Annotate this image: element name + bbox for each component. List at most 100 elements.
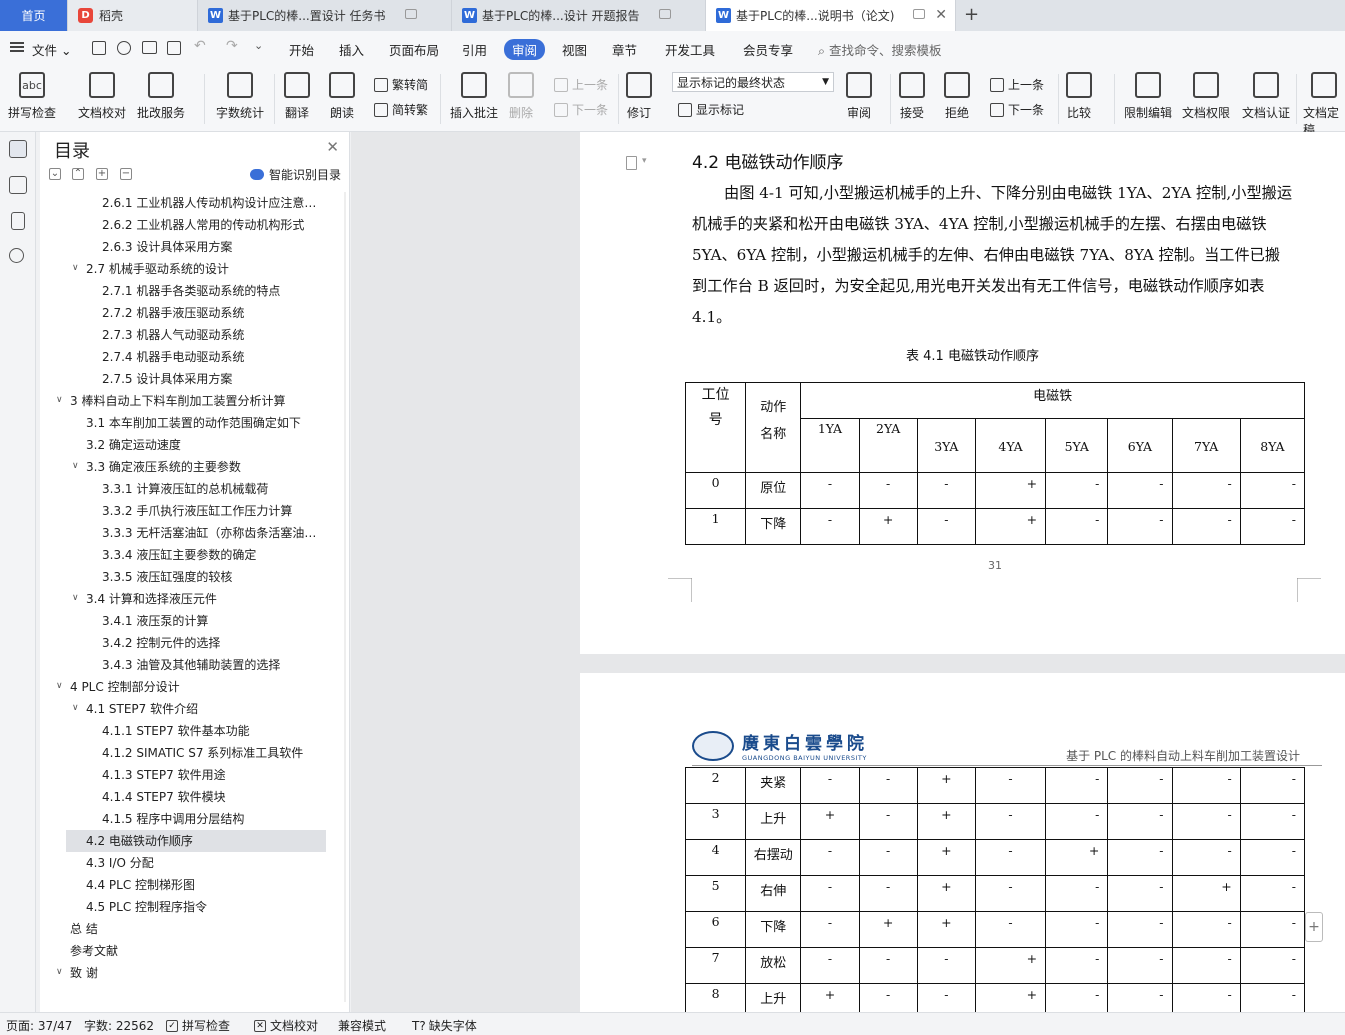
batch-service-button[interactable]: 批改服务 bbox=[137, 72, 185, 121]
toc-item[interactable]: 2.7 机械手驱动系统的设计 bbox=[86, 258, 320, 280]
delete-comment-button[interactable]: 删除 bbox=[508, 72, 534, 121]
accept-button[interactable]: 接受 bbox=[899, 72, 925, 121]
markup-state-select[interactable]: 显示标记的最终状态 ▼ bbox=[672, 72, 834, 92]
toc-item[interactable]: 2.7.4 机器手电动驱动系统 bbox=[102, 346, 320, 368]
toc-item[interactable]: 4.1 STEP7 软件介绍 bbox=[86, 698, 320, 720]
close-icon[interactable]: ✕ bbox=[326, 138, 339, 156]
toc-item[interactable]: 3.1 本车削加工装置的动作范围确定如下 bbox=[86, 412, 320, 434]
doc-proof-button[interactable]: 文档校对 bbox=[78, 72, 126, 121]
read-aloud-button[interactable]: 朗读 bbox=[329, 72, 355, 121]
next-comment-button[interactable]: 下一条 bbox=[554, 101, 608, 118]
toc-item[interactable]: 2.7.5 设计具体采用方案 bbox=[102, 368, 320, 390]
add-icon[interactable]: + bbox=[1305, 912, 1323, 942]
menu-start[interactable]: 开始 bbox=[289, 40, 314, 59]
chevron-down-icon[interactable]: ∨ bbox=[72, 461, 79, 471]
toc-item[interactable]: 3.3.2 手爪执行液压缸工作压力计算 bbox=[102, 500, 320, 522]
toc-panel-icon[interactable] bbox=[9, 140, 27, 158]
chevron-down-icon[interactable]: ∨ bbox=[72, 263, 79, 273]
dropdown-arrow-icon[interactable]: ▾ bbox=[642, 156, 647, 166]
toc-item[interactable]: 2.7.2 机器手液压驱动系统 bbox=[102, 302, 320, 324]
toc-item[interactable]: 4.5 PLC 控制程序指令 bbox=[86, 896, 320, 918]
toc-item[interactable]: 2.6.2 工业机器人常用的传动机构形式 bbox=[102, 214, 320, 236]
to-traditional-button[interactable]: 繁转简 bbox=[374, 76, 428, 93]
toc-item[interactable]: 4.1.2 SIMATIC S7 系列标准工具软件 bbox=[102, 742, 320, 764]
toc-item[interactable]: 4.1.5 程序中调用分层结构 bbox=[102, 808, 320, 830]
bookmark-icon[interactable] bbox=[11, 212, 25, 230]
print-icon[interactable] bbox=[142, 41, 157, 54]
menu-review[interactable]: 审阅 bbox=[504, 39, 546, 60]
toc-item[interactable]: 2.6.3 设计具体采用方案 bbox=[102, 236, 320, 258]
new-tab-icon[interactable]: + bbox=[964, 4, 979, 25]
insert-comment-button[interactable]: 插入批注 bbox=[450, 72, 498, 121]
menu-references[interactable]: 引用 bbox=[462, 40, 487, 59]
reject-button[interactable]: 拒绝 bbox=[944, 72, 970, 121]
chevron-down-icon[interactable]: ∨ bbox=[56, 681, 63, 691]
to-simplified-button[interactable]: 简转繁 bbox=[374, 101, 428, 118]
hamburger-icon[interactable] bbox=[10, 42, 24, 52]
prev-change-button[interactable]: 上一条 bbox=[990, 76, 1044, 93]
doc-final-button[interactable]: 文档定稿 bbox=[1303, 72, 1345, 138]
pin-icon[interactable] bbox=[913, 9, 925, 19]
translate-button[interactable]: 翻译 bbox=[284, 72, 310, 121]
tab-doc-thesis[interactable]: W 基于PLC的棒...说明书（论文) ✕ bbox=[706, 0, 956, 31]
tab-doc-proposal[interactable]: W 基于PLC的棒...设计 开题报告 bbox=[452, 0, 706, 31]
menu-insert[interactable]: 插入 bbox=[339, 40, 364, 59]
toc-item[interactable]: 3.4 计算和选择液压元件 bbox=[86, 588, 320, 610]
toc-item[interactable]: 3.3.4 液压缸主要参数的确定 bbox=[102, 544, 320, 566]
word-count-indicator[interactable]: 字数: 22562 bbox=[84, 1017, 154, 1034]
restrict-edit-button[interactable]: 限制编辑 bbox=[1124, 72, 1172, 121]
menu-developer[interactable]: 开发工具 bbox=[665, 40, 715, 59]
toc-item[interactable]: 总 结 bbox=[70, 918, 320, 940]
toc-item[interactable]: 2.7.1 机器手各类驱动系统的特点 bbox=[102, 280, 320, 302]
undo-icon[interactable]: ↶ bbox=[194, 38, 206, 54]
nav-panel-icon[interactable] bbox=[9, 176, 27, 194]
toc-item[interactable]: 2.6.1 工业机器人传动机构设计应注意事项 bbox=[102, 192, 320, 214]
expand-all-icon[interactable]: ⌃ bbox=[72, 168, 84, 180]
toc-item[interactable]: 4.1.1 STEP7 软件基本功能 bbox=[102, 720, 320, 742]
pin-icon[interactable] bbox=[405, 9, 417, 19]
toc-item[interactable]: 4.1.3 STEP7 软件用途 bbox=[102, 764, 320, 786]
collapse-all-icon[interactable]: ⌄ bbox=[49, 168, 61, 180]
track-changes-button[interactable]: 修订 bbox=[626, 72, 652, 121]
compat-mode-status[interactable]: 兼容模式 bbox=[338, 1017, 386, 1034]
save-icon[interactable] bbox=[92, 41, 106, 55]
add-heading-icon[interactable]: + bbox=[96, 168, 108, 180]
tab-doc-task[interactable]: W 基于PLC的棒...置设计 任务书 bbox=[198, 0, 452, 31]
command-search[interactable]: ⌕ 查找命令、搜索模板 bbox=[818, 40, 942, 59]
tab-home[interactable]: 首页 bbox=[0, 0, 68, 31]
tab-docer[interactable]: D 稻壳 bbox=[68, 0, 198, 31]
review-pane-button[interactable]: 审阅 bbox=[846, 72, 872, 121]
next-change-button[interactable]: 下一条 bbox=[990, 101, 1044, 118]
toc-item[interactable]: 4.2 电磁铁动作顺序 bbox=[66, 830, 326, 852]
doc-cert-button[interactable]: 文档认证 bbox=[1242, 72, 1290, 121]
remove-heading-icon[interactable]: − bbox=[120, 168, 132, 180]
menu-member[interactable]: 会员专享 bbox=[743, 40, 793, 59]
chevron-down-icon[interactable]: ∨ bbox=[72, 593, 79, 603]
show-markup-button[interactable]: 显示标记 bbox=[678, 101, 744, 118]
close-tab-icon[interactable]: ✕ bbox=[935, 7, 947, 23]
spellcheck-status[interactable]: ✓ 拼写检查 bbox=[166, 1017, 230, 1034]
toc-item[interactable]: 3.2 确定运动速度 bbox=[86, 434, 320, 456]
missing-font-status[interactable]: T? 缺失字体 bbox=[412, 1017, 477, 1034]
page-indicator[interactable]: 页面: 37/47 bbox=[6, 1017, 72, 1034]
toc-item[interactable]: 3.3.3 无杆活塞油缸（亦称齿条活塞油缸）设计 bbox=[102, 522, 320, 544]
smart-toc-button[interactable]: 智能识别目录 bbox=[249, 166, 341, 183]
chevron-down-icon[interactable]: ∨ bbox=[56, 967, 63, 977]
toc-item[interactable]: 3.3.1 计算液压缸的总机械载荷 bbox=[102, 478, 320, 500]
toc-item[interactable]: 3.4.3 油管及其他辅助装置的选择 bbox=[102, 654, 320, 676]
toc-item[interactable]: 4 PLC 控制部分设计 bbox=[70, 676, 320, 698]
redo-icon[interactable]: ↷ bbox=[226, 38, 238, 54]
proof-status[interactable]: ✕ 文档校对 bbox=[254, 1017, 318, 1034]
paragraph-tool-icon[interactable] bbox=[626, 156, 637, 170]
menu-view[interactable]: 视图 bbox=[562, 40, 587, 59]
toc-item[interactable]: 致 谢 bbox=[70, 962, 320, 984]
toc-item[interactable]: 3.3 确定液压系统的主要参数 bbox=[86, 456, 320, 478]
toc-item[interactable]: 3 棒料自动上下料车削加工装置分析计算 bbox=[70, 390, 320, 412]
word-count-button[interactable]: 字数统计 bbox=[216, 72, 264, 121]
toc-item[interactable]: 参考文献 bbox=[70, 940, 320, 962]
export-icon[interactable] bbox=[117, 41, 131, 55]
toc-item[interactable]: 4.3 I/O 分配 bbox=[86, 852, 320, 874]
toc-item[interactable]: 4.4 PLC 控制梯形图 bbox=[86, 874, 320, 896]
menu-chapter[interactable]: 章节 bbox=[612, 40, 637, 59]
prev-comment-button[interactable]: 上一条 bbox=[554, 76, 608, 93]
